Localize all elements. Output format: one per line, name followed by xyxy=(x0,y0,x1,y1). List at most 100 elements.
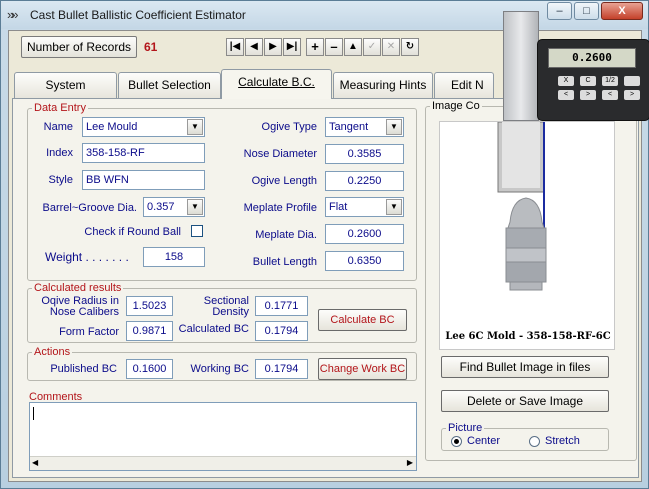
app-icon: »» xyxy=(7,7,18,22)
tab-system[interactable]: System xyxy=(14,72,117,98)
calculate-bc-button[interactable]: Calculate BC xyxy=(318,309,407,331)
nose-diameter-field[interactable]: 0.3585 xyxy=(325,144,404,164)
style-label: Style xyxy=(48,174,73,186)
stretch-radio[interactable] xyxy=(529,436,540,447)
meplate-dia-label: Meplate Dia. xyxy=(255,229,317,241)
picture-legend: Picture xyxy=(448,422,483,434)
caliper-display-unit: 0.2600 X C 1/2 < > < > xyxy=(537,39,649,121)
caliper-key-blank xyxy=(624,76,640,86)
delete-record-button[interactable]: – xyxy=(325,38,343,56)
calculated-results-legend: Calculated results xyxy=(34,282,122,294)
comments-scrollbar[interactable]: ◀ ▶ xyxy=(30,456,416,470)
bullet-image-caption: Lee 6C Mold - 358-158-RF-6C xyxy=(445,331,611,342)
text-caret xyxy=(33,407,34,420)
caliper-overlay: 0.2600 X C 1/2 < > < > xyxy=(497,11,649,121)
form-factor-label: Form Factor xyxy=(59,326,119,338)
scroll-left-icon[interactable]: ◀ xyxy=(32,458,38,467)
tab-bullet-selection[interactable]: Bullet Selection xyxy=(118,72,221,98)
caliper-key-left-2: < xyxy=(602,90,618,100)
meplate-profile-combo[interactable]: Flat ▼ xyxy=(325,197,404,217)
add-record-button[interactable]: + xyxy=(306,38,324,56)
working-bc-label: Working BC xyxy=(190,363,249,375)
caliper-key-x: X xyxy=(558,76,574,86)
weight-field[interactable]: 158 xyxy=(143,247,205,267)
edit-record-button[interactable]: ▲ xyxy=(344,38,362,56)
calculated-bc-field: 0.1794 xyxy=(255,321,308,341)
app-window: »» Cast Bullet Ballistic Coefficient Est… xyxy=(0,0,649,489)
barrel-groove-value: 0.357 xyxy=(147,201,175,213)
published-bc-field[interactable]: 0.1600 xyxy=(126,359,173,379)
stretch-label: Stretch xyxy=(545,435,580,447)
meplate-dia-field[interactable]: 0.2600 xyxy=(325,224,404,244)
ogive-length-label: Ogive Length xyxy=(251,175,317,187)
bullet-length-field[interactable]: 0.6350 xyxy=(325,251,404,271)
caliper-readout: 0.2600 xyxy=(548,48,636,68)
tab-measuring-hints[interactable]: Measuring Hints xyxy=(333,72,433,98)
cancel-edit-button[interactable]: ✕ xyxy=(382,38,400,56)
name-value: Lee Mould xyxy=(86,121,138,133)
caliper-key-c: C xyxy=(580,76,596,86)
ogive-radius-field: 1.5023 xyxy=(126,296,173,316)
chevron-down-icon[interactable]: ▼ xyxy=(187,199,203,215)
ogive-type-label: Ogive Type xyxy=(261,121,317,133)
form-factor-field: 0.9871 xyxy=(126,321,173,341)
refresh-button[interactable]: ↻ xyxy=(401,38,419,56)
bullet-band-3 xyxy=(505,261,547,283)
ogive-type-value: Tangent xyxy=(329,121,369,133)
last-record-button[interactable]: ▶| xyxy=(283,38,301,56)
records-count: 61 xyxy=(144,40,158,54)
weight-label: Weight . . . . . . . xyxy=(45,250,129,264)
bullet-band-1 xyxy=(505,227,547,249)
caliper-key-half: 1/2 xyxy=(602,76,618,86)
bullet-length-label: Bullet Length xyxy=(252,256,317,268)
bullet-image: Lee 6C Mold - 358-158-RF-6C xyxy=(439,121,615,350)
tab-edit-notes[interactable]: Edit N xyxy=(434,72,494,98)
name-label: Name xyxy=(43,121,73,133)
bullet-drawing xyxy=(497,122,547,291)
caliper-key-left: < xyxy=(558,90,574,100)
previous-record-button[interactable]: ◀ xyxy=(245,38,263,56)
next-record-button[interactable]: ▶ xyxy=(264,38,282,56)
data-entry-legend: Data Entry xyxy=(34,102,86,114)
ogive-radius-label-line2: Nose Calibers xyxy=(49,306,119,318)
working-bc-field: 0.1794 xyxy=(255,359,308,379)
round-ball-label: Check if Round Ball xyxy=(84,226,181,238)
ogive-length-field[interactable]: 0.2250 xyxy=(325,171,404,191)
caliper-key-right-2: > xyxy=(624,90,640,100)
chevron-down-icon[interactable]: ▼ xyxy=(386,119,402,135)
bullet-nose xyxy=(507,197,545,229)
meplate-profile-label: Meplate Profile xyxy=(243,202,317,214)
center-radio[interactable] xyxy=(451,436,462,447)
sectional-density-field: 0.1771 xyxy=(255,296,308,316)
caliper-jaw-highlight xyxy=(502,122,540,188)
name-combo[interactable]: Lee Mould ▼ xyxy=(82,117,205,137)
bullet-base xyxy=(509,281,543,291)
window-title: Cast Bullet Ballistic Coefficient Estima… xyxy=(30,8,246,22)
index-label: Index xyxy=(46,147,73,159)
tab-calculate-bc[interactable]: Calculate B.C. xyxy=(221,69,332,99)
bullet-band-2 xyxy=(505,247,547,263)
style-field[interactable]: BB WFN xyxy=(82,170,205,190)
sectional-density-label-line2: Density xyxy=(212,306,249,318)
caliper-key-right: > xyxy=(580,90,596,100)
chevron-down-icon[interactable]: ▼ xyxy=(386,199,402,215)
actions-legend: Actions xyxy=(34,346,71,358)
chevron-down-icon[interactable]: ▼ xyxy=(187,119,203,135)
nose-diameter-label: Nose Diameter xyxy=(243,148,317,160)
calculated-bc-label: Calculated BC xyxy=(178,323,249,335)
image-control-legend: Image Co xyxy=(432,100,480,112)
barrel-groove-label: Barrel~Groove Dia. xyxy=(42,202,137,214)
index-field[interactable]: 358-158-RF xyxy=(82,143,205,163)
ogive-type-combo[interactable]: Tangent ▼ xyxy=(325,117,404,137)
published-bc-label: Published BC xyxy=(50,363,117,375)
change-work-bc-button[interactable]: Change Work BC xyxy=(318,358,407,380)
number-of-records-button[interactable]: Number of Records xyxy=(21,36,137,58)
meplate-profile-value: Flat xyxy=(329,201,348,213)
find-bullet-image-button[interactable]: Find Bullet Image in files xyxy=(441,356,609,378)
post-edit-button[interactable]: ✓ xyxy=(363,38,381,56)
barrel-groove-combo[interactable]: 0.357 ▼ xyxy=(143,197,205,217)
round-ball-checkbox[interactable] xyxy=(191,225,203,237)
scroll-right-icon[interactable]: ▶ xyxy=(407,458,413,467)
first-record-button[interactable]: |◀ xyxy=(226,38,244,56)
delete-or-save-image-button[interactable]: Delete or Save Image xyxy=(441,390,609,412)
